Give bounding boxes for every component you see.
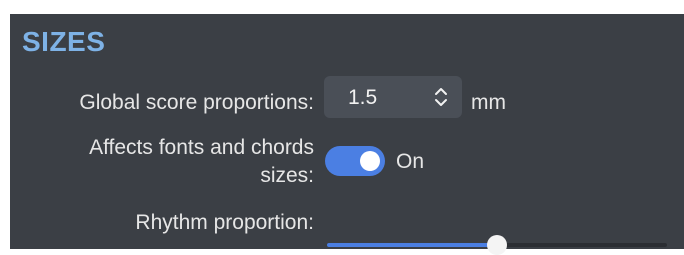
global-score-label: Global score proportions: [79,91,314,114]
affects-fonts-label-line1: Affects fonts and chords [89,136,314,159]
affects-fonts-label: Affects fonts and chords sizes: [10,134,314,190]
global-score-stepper[interactable]: 1.5 [324,76,462,118]
toggle-knob [360,151,380,171]
global-score-value[interactable]: 1.5 [348,86,377,110]
affects-fonts-state: On [396,150,425,173]
slider-thumb[interactable] [487,235,507,255]
up-down-chevron-icon[interactable] [434,85,448,109]
sizes-panel: SIZES Global score proportions: 1.5 mm A… [10,14,684,255]
rhythm-proportion-label: Rhythm proportion: [135,211,314,234]
affects-fonts-label-line2: sizes: [260,164,314,187]
global-score-unit: mm [471,91,506,114]
rhythm-proportion-slider[interactable] [327,235,667,255]
slider-fill [327,243,497,247]
section-title: SIZES [22,26,106,57]
affects-fonts-toggle[interactable] [325,146,385,176]
